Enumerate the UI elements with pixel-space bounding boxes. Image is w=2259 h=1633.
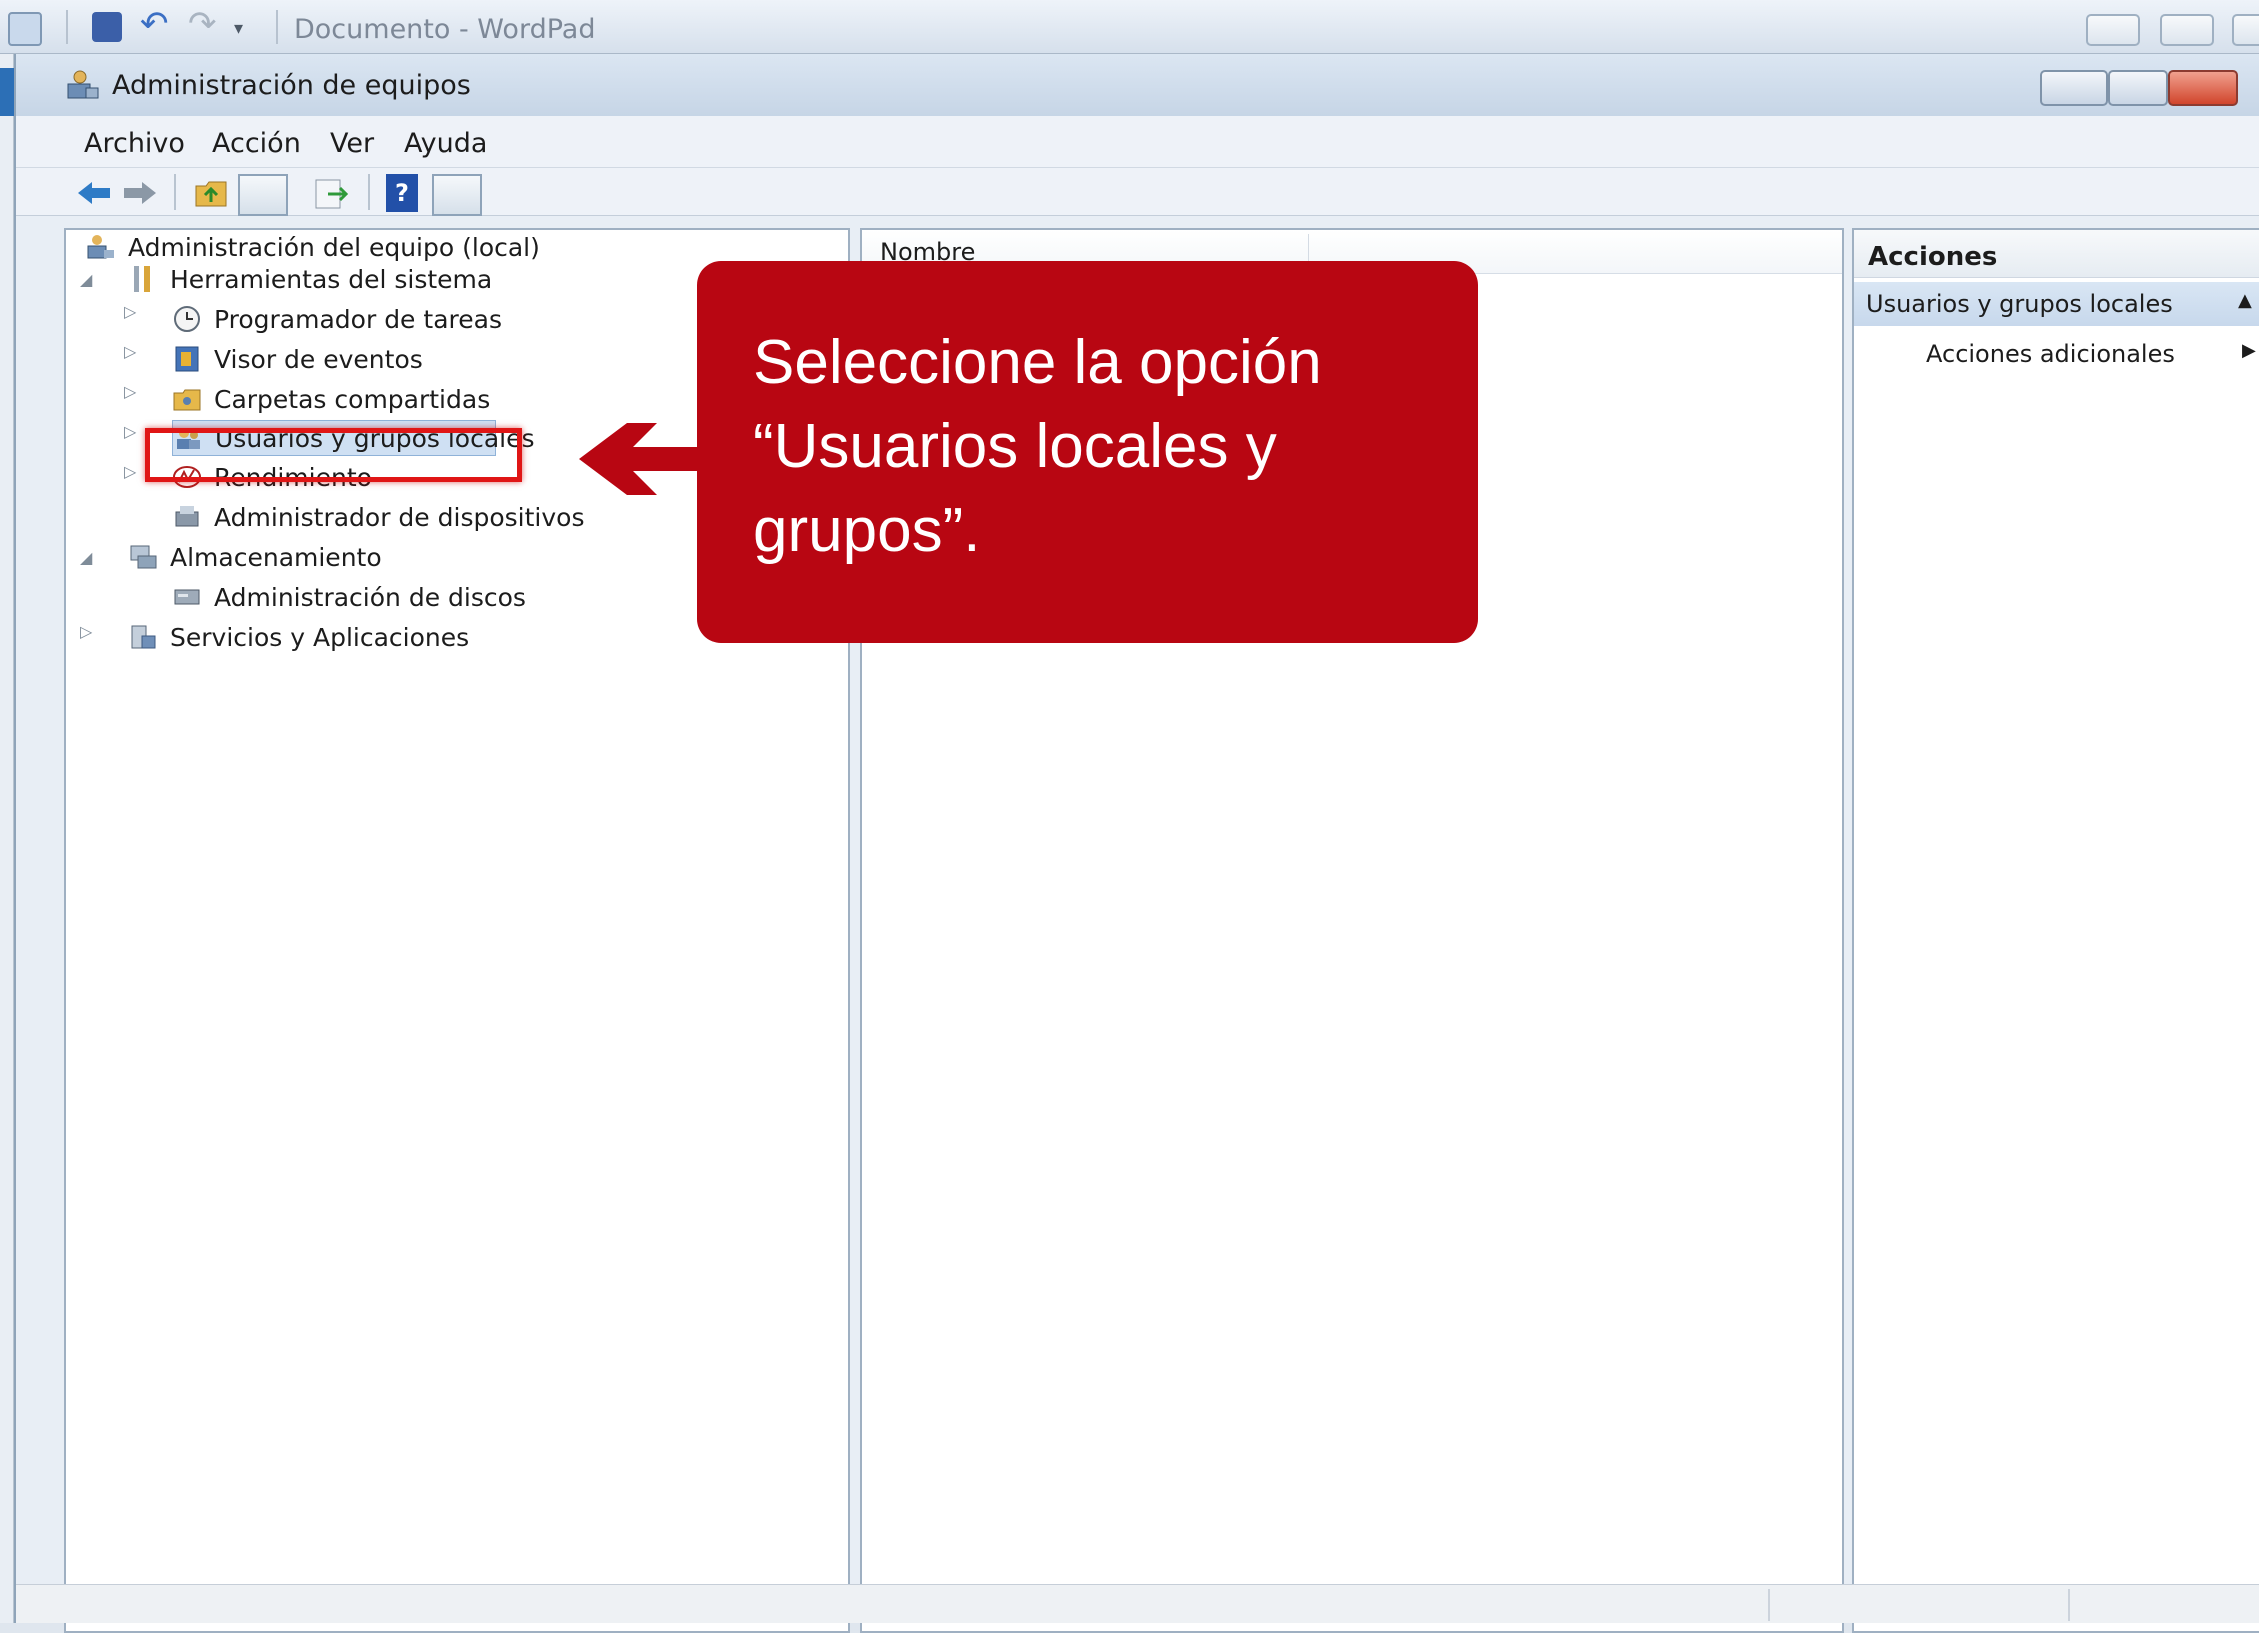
tree-item-services-apps[interactable]: Servicios y Aplicaciones — [128, 620, 469, 654]
menu-ver[interactable]: Ver — [330, 128, 374, 159]
collapsed-triangle-icon[interactable]: ▷ — [124, 382, 136, 401]
undo-icon[interactable]: ↶ — [140, 4, 170, 44]
services-icon — [131, 625, 156, 649]
tree-item-label: Programador de tareas — [214, 304, 502, 334]
tree-item-label: Carpetas compartidas — [214, 384, 491, 414]
tree-item-label: Administrador de dispositivos — [214, 502, 585, 532]
collapse-up-icon[interactable]: ▲ — [2238, 290, 2252, 311]
tree-item-label: Almacenamiento — [170, 542, 382, 572]
quick-access-divider — [66, 10, 68, 44]
clock-icon — [174, 306, 200, 332]
menu-archivo[interactable]: Archivo — [84, 128, 185, 159]
collapsed-triangle-icon[interactable]: ▷ — [124, 342, 136, 361]
tree-item-event-viewer[interactable]: Visor de eventos — [172, 342, 423, 376]
disk-icon — [174, 589, 200, 605]
menu-ayuda[interactable]: Ayuda — [404, 128, 487, 159]
background-edge — [0, 54, 14, 1623]
instruction-callout: Seleccione la opción “Usuarios locales y… — [697, 261, 1478, 643]
menu-accion[interactable]: Acción — [212, 128, 301, 159]
window-title-bar: Administración de equipos — [16, 54, 2259, 116]
tree-item-shared-folders[interactable]: Carpetas compartidas — [172, 382, 490, 416]
tree-item-device-manager[interactable]: Administrador de dispositivos — [172, 500, 584, 534]
tree-item-label: Administración del equipo (local) — [128, 232, 540, 262]
expanded-triangle-icon[interactable]: ◢ — [80, 548, 92, 567]
save-icon[interactable] — [92, 12, 122, 42]
up-folder-icon[interactable] — [192, 174, 230, 212]
actions-group-header[interactable]: Usuarios y grupos locales ▲ — [1854, 282, 2259, 326]
device-manager-icon — [175, 506, 199, 527]
collapsed-triangle-icon[interactable]: ▷ — [124, 302, 136, 321]
collapsed-triangle-icon[interactable]: ▷ — [80, 622, 92, 641]
shared-folder-icon — [173, 389, 201, 411]
tree-item-label: Servicios y Aplicaciones — [170, 622, 470, 652]
close-button[interactable] — [2168, 70, 2238, 106]
redo-icon[interactable]: ↷ — [188, 4, 218, 44]
computer-management-icon — [67, 70, 99, 99]
tools-icon — [134, 266, 150, 292]
computer-management-icon — [87, 235, 114, 259]
show-hide-tree-icon[interactable] — [238, 174, 288, 216]
wordpad-close-button[interactable] — [2232, 14, 2259, 46]
tree-item-storage[interactable]: Almacenamiento — [128, 540, 382, 574]
tree-item-label: Administración de discos — [214, 582, 526, 612]
wordpad-app-icon[interactable] — [8, 12, 42, 46]
status-divider — [2068, 1589, 2070, 1621]
event-viewer-icon — [175, 346, 199, 372]
storage-icon — [130, 545, 157, 569]
status-divider — [1768, 1589, 1770, 1621]
callout-text: Seleccione la opción “Usuarios locales y… — [753, 328, 1322, 565]
tree-item-label: Visor de eventos — [214, 344, 423, 374]
expanded-triangle-icon[interactable]: ◢ — [80, 270, 92, 289]
tree-item-system-tools[interactable]: Herramientas del sistema — [128, 262, 492, 296]
menu-bar: Archivo Acción Ver Ayuda — [16, 116, 2259, 168]
customize-toolbar-icon[interactable]: ▾ — [234, 18, 264, 48]
window-title: Administración de equipos — [112, 70, 471, 101]
actions-title: Acciones — [1868, 242, 1998, 272]
minimize-button[interactable] — [2040, 70, 2108, 106]
status-bar — [16, 1584, 2259, 1623]
wordpad-restore-button[interactable] — [2160, 14, 2214, 46]
export-list-icon[interactable] — [312, 174, 352, 212]
help-icon[interactable]: ? — [386, 174, 418, 212]
toolbar-divider — [368, 174, 370, 210]
more-actions-link[interactable]: Acciones adicionales — [1926, 340, 2175, 368]
tree-item-disk-management[interactable]: Administración de discos — [172, 580, 526, 614]
submenu-arrow-icon[interactable]: ▶ — [2242, 340, 2256, 361]
wordpad-title-bar: ↶ ↷ ▾ Documento - WordPad — [0, 0, 2259, 54]
actions-group-label: Usuarios y grupos locales — [1866, 290, 2173, 318]
wordpad-minimize-button[interactable] — [2086, 14, 2140, 46]
highlight-box — [145, 428, 522, 482]
collapsed-triangle-icon[interactable]: ▷ — [124, 462, 136, 481]
callout-arrow-icon — [579, 423, 700, 495]
toolbar: ? — [16, 168, 2259, 216]
actions-pane: Acciones Usuarios y grupos locales ▲ Acc… — [1852, 228, 2259, 1633]
maximize-button[interactable] — [2108, 70, 2168, 106]
taskbar-accent — [0, 68, 14, 116]
title-divider — [276, 10, 278, 44]
show-hide-action-pane-icon[interactable] — [432, 174, 482, 216]
forward-arrow-icon[interactable] — [120, 174, 160, 212]
tree-item-root[interactable]: Administración del equipo (local) — [86, 230, 540, 264]
tree-item-label: Herramientas del sistema — [170, 264, 493, 294]
back-arrow-icon[interactable] — [74, 174, 114, 212]
toolbar-divider — [174, 174, 176, 210]
collapsed-triangle-icon[interactable]: ▷ — [124, 422, 136, 441]
wordpad-title: Documento - WordPad — [294, 14, 596, 45]
actions-header: Acciones — [1854, 230, 2259, 278]
tree-item-task-scheduler[interactable]: Programador de tareas — [172, 302, 502, 336]
